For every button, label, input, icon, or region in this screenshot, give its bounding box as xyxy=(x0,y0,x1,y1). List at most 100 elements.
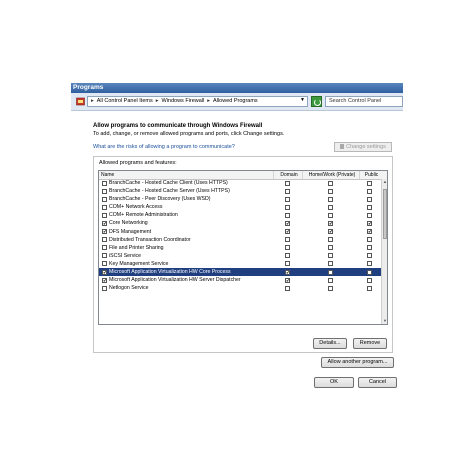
private-checkbox[interactable] xyxy=(328,229,333,235)
public-checkbox[interactable] xyxy=(367,285,372,291)
program-name: BranchCache - Hosted Cache Server (Uses … xyxy=(109,188,230,195)
private-checkbox[interactable] xyxy=(328,188,333,194)
domain-checkbox[interactable] xyxy=(285,277,290,283)
public-checkbox[interactable] xyxy=(367,212,372,218)
program-name: COM+ Remote Administration xyxy=(109,212,178,219)
table-row[interactable]: Distributed Transaction Coordinator xyxy=(99,236,381,244)
public-checkbox[interactable] xyxy=(367,253,372,259)
scroll-down-icon[interactable]: ▼ xyxy=(382,318,387,324)
table-row[interactable]: BranchCache - Hosted Cache Client (Uses … xyxy=(99,179,381,187)
shield-icon xyxy=(340,144,345,149)
cancel-button[interactable]: Cancel xyxy=(358,377,397,388)
public-checkbox[interactable] xyxy=(367,277,372,283)
program-enabled-checkbox[interactable] xyxy=(102,188,107,194)
program-enabled-checkbox[interactable] xyxy=(102,229,107,235)
domain-checkbox[interactable] xyxy=(285,237,290,243)
breadcrumb-all-control-panel-items[interactable]: All Control Panel Items xyxy=(97,98,153,104)
private-checkbox[interactable] xyxy=(328,196,333,202)
table-row[interactable]: DFS Management xyxy=(99,228,381,236)
public-checkbox[interactable] xyxy=(367,229,372,235)
vertical-scrollbar[interactable]: ▲ ▼ xyxy=(381,179,387,324)
private-checkbox[interactable] xyxy=(328,237,333,243)
program-enabled-checkbox[interactable] xyxy=(102,196,107,202)
program-enabled-checkbox[interactable] xyxy=(102,285,107,291)
search-input[interactable]: Search Control Panel xyxy=(325,96,403,107)
private-checkbox[interactable] xyxy=(328,253,333,259)
table-row[interactable]: COM+ Remote Administration xyxy=(99,211,381,219)
public-checkbox[interactable] xyxy=(367,261,372,267)
private-checkbox[interactable] xyxy=(328,285,333,291)
breadcrumb-allowed-programs[interactable]: Allowed Programs xyxy=(213,98,258,104)
breadcrumb-separator-icon: ▸ xyxy=(155,98,159,104)
public-checkbox[interactable] xyxy=(367,245,372,251)
domain-checkbox[interactable] xyxy=(285,269,290,275)
public-checkbox[interactable] xyxy=(367,196,372,202)
scroll-up-icon[interactable]: ▲ xyxy=(382,179,387,185)
table-row[interactable]: Core Networking xyxy=(99,219,381,227)
refresh-icon[interactable] xyxy=(311,96,322,107)
allowed-programs-list[interactable]: Name Domain Home/Work (Private) Public B… xyxy=(98,170,388,325)
table-row[interactable]: iSCSI Service xyxy=(99,252,381,260)
private-checkbox[interactable] xyxy=(328,180,333,186)
private-checkbox[interactable] xyxy=(328,204,333,210)
address-breadcrumb[interactable]: ▸ All Control Panel Items ▸ Windows Firewal… xyxy=(87,96,308,107)
domain-checkbox[interactable] xyxy=(285,196,290,202)
chevron-down-icon[interactable]: ▼ xyxy=(300,97,305,103)
domain-checkbox[interactable] xyxy=(285,188,290,194)
domain-checkbox[interactable] xyxy=(285,212,290,218)
domain-checkbox[interactable] xyxy=(285,253,290,259)
domain-checkbox[interactable] xyxy=(285,245,290,251)
details-button[interactable]: Details... xyxy=(313,338,347,349)
public-checkbox[interactable] xyxy=(367,220,372,226)
scrollbar-thumb[interactable] xyxy=(383,189,387,239)
domain-checkbox[interactable] xyxy=(285,261,290,267)
domain-checkbox[interactable] xyxy=(285,204,290,210)
control-panel-icon[interactable] xyxy=(76,97,85,106)
public-checkbox[interactable] xyxy=(367,180,372,186)
table-row[interactable]: BranchCache - Hosted Cache Server (Uses … xyxy=(99,187,381,195)
program-enabled-checkbox[interactable] xyxy=(102,261,107,267)
private-checkbox[interactable] xyxy=(328,220,333,226)
private-checkbox[interactable] xyxy=(328,245,333,251)
private-checkbox[interactable] xyxy=(328,277,333,283)
program-enabled-checkbox[interactable] xyxy=(102,253,107,259)
column-header-public[interactable]: Public xyxy=(359,171,381,179)
program-enabled-checkbox[interactable] xyxy=(102,220,107,226)
public-checkbox[interactable] xyxy=(367,269,372,275)
public-checkbox[interactable] xyxy=(367,237,372,243)
domain-checkbox[interactable] xyxy=(285,180,290,186)
remove-button[interactable]: Remove xyxy=(353,338,387,349)
program-enabled-checkbox[interactable] xyxy=(102,237,107,243)
public-checkbox[interactable] xyxy=(367,188,372,194)
change-settings-label: Change settings xyxy=(346,144,386,150)
allow-another-program-button[interactable]: Allow another program... xyxy=(321,357,394,368)
program-enabled-checkbox[interactable] xyxy=(102,212,107,218)
ok-button[interactable]: OK xyxy=(314,377,354,388)
table-row[interactable]: Microsoft Application Virtualization HW … xyxy=(99,268,381,277)
risks-link[interactable]: What are the risks of allowing a program… xyxy=(93,144,235,150)
table-row[interactable]: Key Management Service xyxy=(99,260,381,268)
column-header-name[interactable]: Name xyxy=(99,171,273,179)
table-row[interactable]: COM+ Network Access xyxy=(99,203,381,211)
table-row[interactable]: Netlogon Service xyxy=(99,284,381,292)
private-checkbox[interactable] xyxy=(328,212,333,218)
table-row[interactable]: File and Printer Sharing xyxy=(99,244,381,252)
program-enabled-checkbox[interactable] xyxy=(102,277,107,283)
private-checkbox[interactable] xyxy=(328,261,333,267)
table-row[interactable]: Microsoft Application Virtualization HW … xyxy=(99,276,381,284)
change-settings-button[interactable]: Change settings xyxy=(334,142,392,152)
private-checkbox[interactable] xyxy=(328,269,333,275)
column-header-domain[interactable]: Domain xyxy=(273,171,302,179)
table-row[interactable]: BranchCache - Peer Discovery (Uses WSD) xyxy=(99,195,381,203)
domain-checkbox[interactable] xyxy=(285,229,290,235)
column-header-private[interactable]: Home/Work (Private) xyxy=(302,171,359,179)
breadcrumb-windows-firewall[interactable]: Windows Firewall xyxy=(161,98,204,104)
public-checkbox[interactable] xyxy=(367,204,372,210)
program-enabled-checkbox[interactable] xyxy=(102,180,107,186)
program-enabled-checkbox[interactable] xyxy=(102,269,107,275)
domain-checkbox[interactable] xyxy=(285,285,290,291)
program-name: Key Management Service xyxy=(109,260,169,267)
program-enabled-checkbox[interactable] xyxy=(102,245,107,251)
domain-checkbox[interactable] xyxy=(285,220,290,226)
program-enabled-checkbox[interactable] xyxy=(102,204,107,210)
